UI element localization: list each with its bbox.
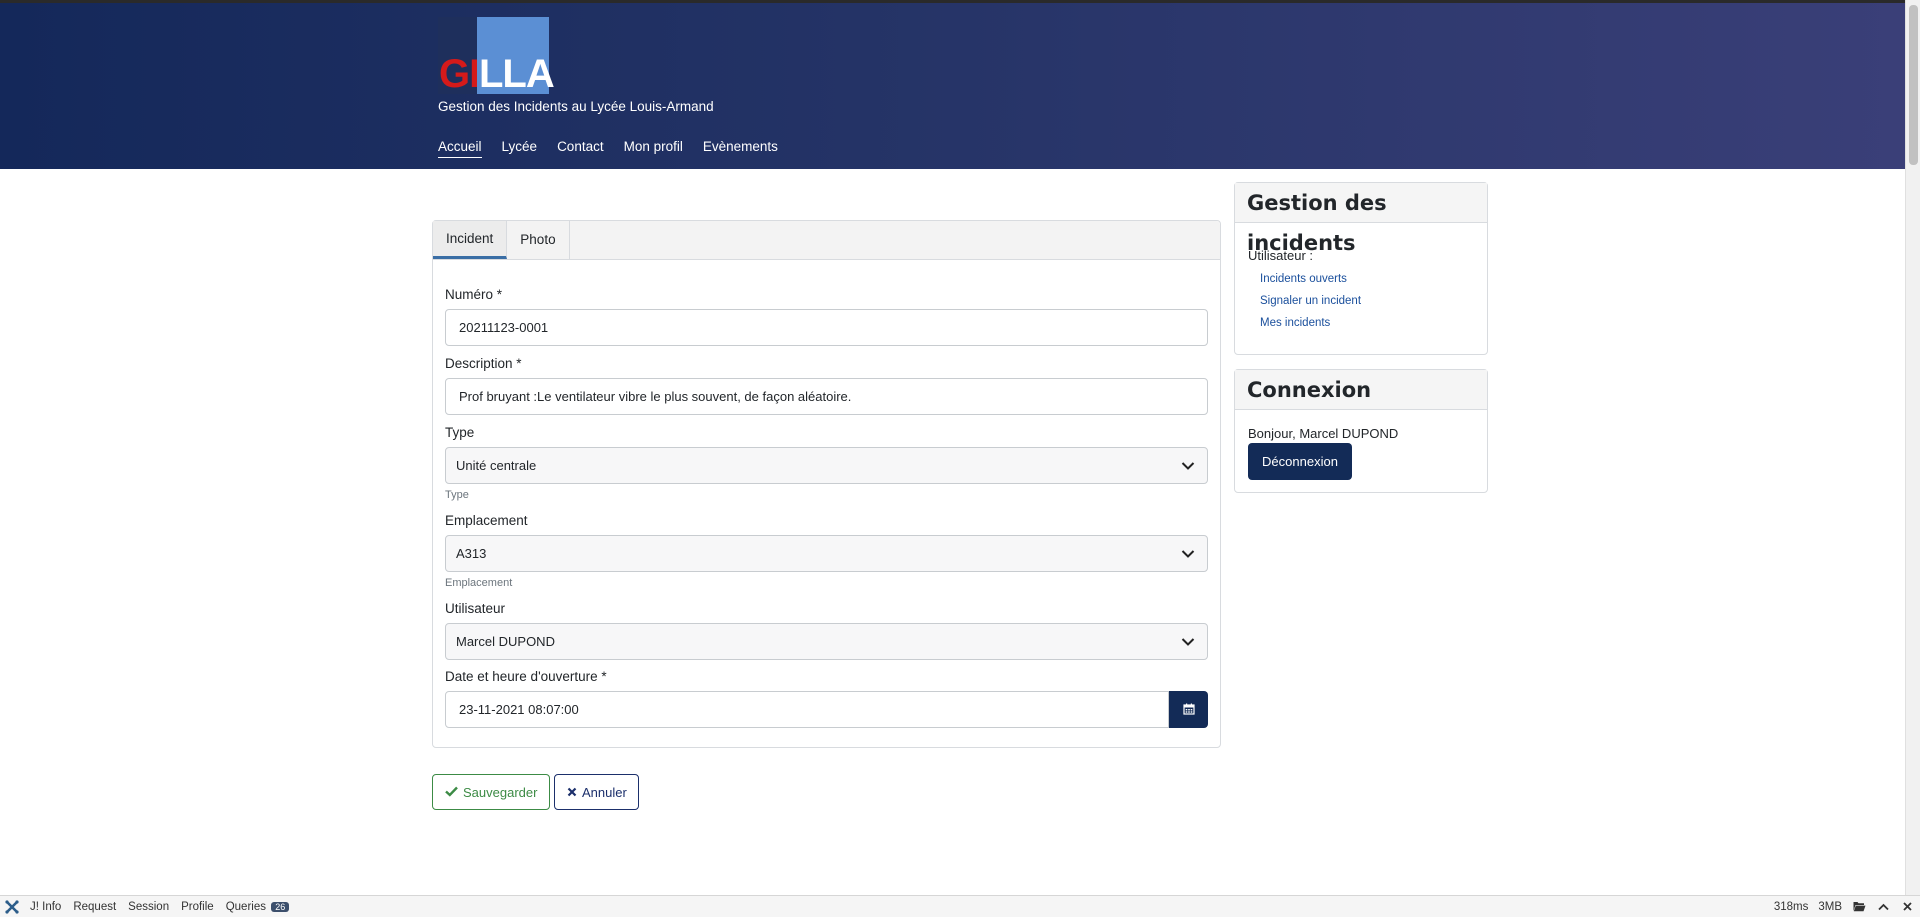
link-signaler-incident[interactable]: Signaler un incident: [1260, 290, 1361, 312]
nav-item-lycee[interactable]: Lycée: [502, 139, 538, 158]
debug-bar: J! Info Request Session Profile Queries …: [0, 895, 1920, 917]
nav-item-mon-profil[interactable]: Mon profil: [624, 139, 683, 158]
emplacement-label: Emplacement: [445, 513, 528, 528]
link-incidents-ouverts[interactable]: Incidents ouverts: [1260, 268, 1361, 290]
site-tagline: Gestion des Incidents au Lycée Louis-Arm…: [438, 99, 714, 114]
queries-count-badge: 26: [271, 901, 290, 912]
utilisateur-select[interactable]: Marcel DUPOND: [445, 623, 1208, 660]
type-label: Type: [445, 425, 475, 440]
link-mes-incidents[interactable]: Mes incidents: [1260, 312, 1361, 334]
cancel-button-label: Annuler: [582, 784, 627, 800]
nav-item-evenements[interactable]: Evènements: [703, 139, 778, 158]
login-module-title: Connexion: [1235, 370, 1487, 410]
emplacement-select[interactable]: A313: [445, 535, 1208, 572]
debug-bar-right: 318ms 3MB: [1774, 900, 1920, 914]
chevron-down-icon: [1169, 448, 1207, 483]
date-field-group: Date et heure d'ouverture * 23-11-2021 0…: [445, 669, 1208, 728]
login-module: Connexion Bonjour, Marcel DUPOND Déconne…: [1234, 369, 1488, 493]
date-input-group: 23-11-2021 08:07:00: [445, 691, 1208, 728]
cancel-button[interactable]: Annuler: [554, 774, 639, 810]
description-input[interactable]: Prof bruyant :Le ventilateur vibre le pl…: [445, 378, 1208, 415]
close-icon: [567, 785, 577, 800]
type-hint: Type: [445, 489, 469, 501]
utilisateur-label: Utilisateur: [445, 601, 506, 616]
date-label: Date et heure d'ouverture *: [445, 669, 607, 684]
description-label: Description *: [445, 356, 522, 371]
debug-tab-info[interactable]: J! Info: [24, 901, 67, 913]
logout-button[interactable]: Déconnexion: [1248, 443, 1352, 480]
logo-text-lla: LLA: [479, 52, 555, 96]
emplacement-hint: Emplacement: [445, 577, 513, 589]
debug-memory: 3MB: [1818, 900, 1842, 913]
incidents-links: Incidents ouverts Signaler un incident M…: [1260, 268, 1361, 334]
incidents-module-title: Gestion des incidents: [1235, 183, 1487, 255]
emplacement-field-group: Emplacement A313 Emplacement: [445, 513, 1208, 589]
chevron-down-icon: [1169, 624, 1207, 659]
check-icon: [445, 785, 458, 800]
numero-input[interactable]: 20211123-0001: [445, 309, 1208, 346]
form-tabs: Incident Photo: [433, 221, 1220, 260]
tab-incident[interactable]: Incident: [433, 221, 508, 259]
debug-tab-request[interactable]: Request: [67, 901, 122, 913]
folder-open-icon[interactable]: [1852, 900, 1866, 914]
type-field-group: Type Unité centrale Type: [445, 425, 1208, 501]
tab-photo[interactable]: Photo: [507, 221, 570, 259]
debug-tab-session[interactable]: Session: [122, 901, 175, 913]
greeting-text: Bonjour, Marcel DUPOND: [1248, 426, 1399, 441]
numero-label: Numéro *: [445, 287, 503, 302]
close-icon[interactable]: [1900, 900, 1914, 914]
utilisateur-field-group: Utilisateur Marcel DUPOND: [445, 601, 1208, 660]
scrollbar-thumb[interactable]: [1909, 5, 1918, 165]
utilisateur-selected-value: Marcel DUPOND: [456, 634, 555, 649]
page-scrollbar[interactable]: [1905, 0, 1920, 895]
debug-queries-label: Queries: [225, 900, 266, 913]
debug-tab-queries[interactable]: Queries 26: [220, 901, 296, 913]
chevron-down-icon: [1169, 536, 1207, 571]
type-selected-value: Unité centrale: [456, 458, 537, 473]
chevron-up-icon[interactable]: [1876, 900, 1890, 914]
joomla-icon[interactable]: [0, 896, 24, 917]
save-button-label: Sauvegarder: [463, 784, 538, 800]
debug-tab-profile[interactable]: Profile: [175, 901, 220, 913]
main-nav: Accueil Lycée Contact Mon profil Evèneme…: [438, 139, 778, 158]
type-select[interactable]: Unité centrale: [445, 447, 1208, 484]
emplacement-selected-value: A313: [456, 546, 487, 561]
date-input[interactable]: 23-11-2021 08:07:00: [445, 691, 1169, 728]
numero-field-group: Numéro * 20211123-0001: [445, 287, 1208, 346]
debug-time: 318ms: [1773, 900, 1809, 913]
save-button[interactable]: Sauvegarder: [432, 774, 550, 810]
nav-item-contact[interactable]: Contact: [557, 139, 604, 158]
calendar-icon: [1182, 702, 1195, 718]
site-header: GI LLA Gestion des Incidents au Lycée Lo…: [0, 0, 1905, 169]
calendar-button[interactable]: [1169, 691, 1208, 728]
site-logo[interactable]: GI LLA: [438, 17, 555, 96]
incident-form-card: Incident Photo Numéro * 20211123-0001 De…: [432, 220, 1221, 748]
user-label: Utilisateur :: [1248, 248, 1314, 263]
nav-item-accueil[interactable]: Accueil: [438, 139, 482, 158]
description-field-group: Description * Prof bruyant :Le ventilate…: [445, 356, 1208, 415]
logo-text-gi: GI: [439, 52, 480, 96]
incidents-module: Gestion des incidents Utilisateur : Inci…: [1234, 182, 1488, 355]
